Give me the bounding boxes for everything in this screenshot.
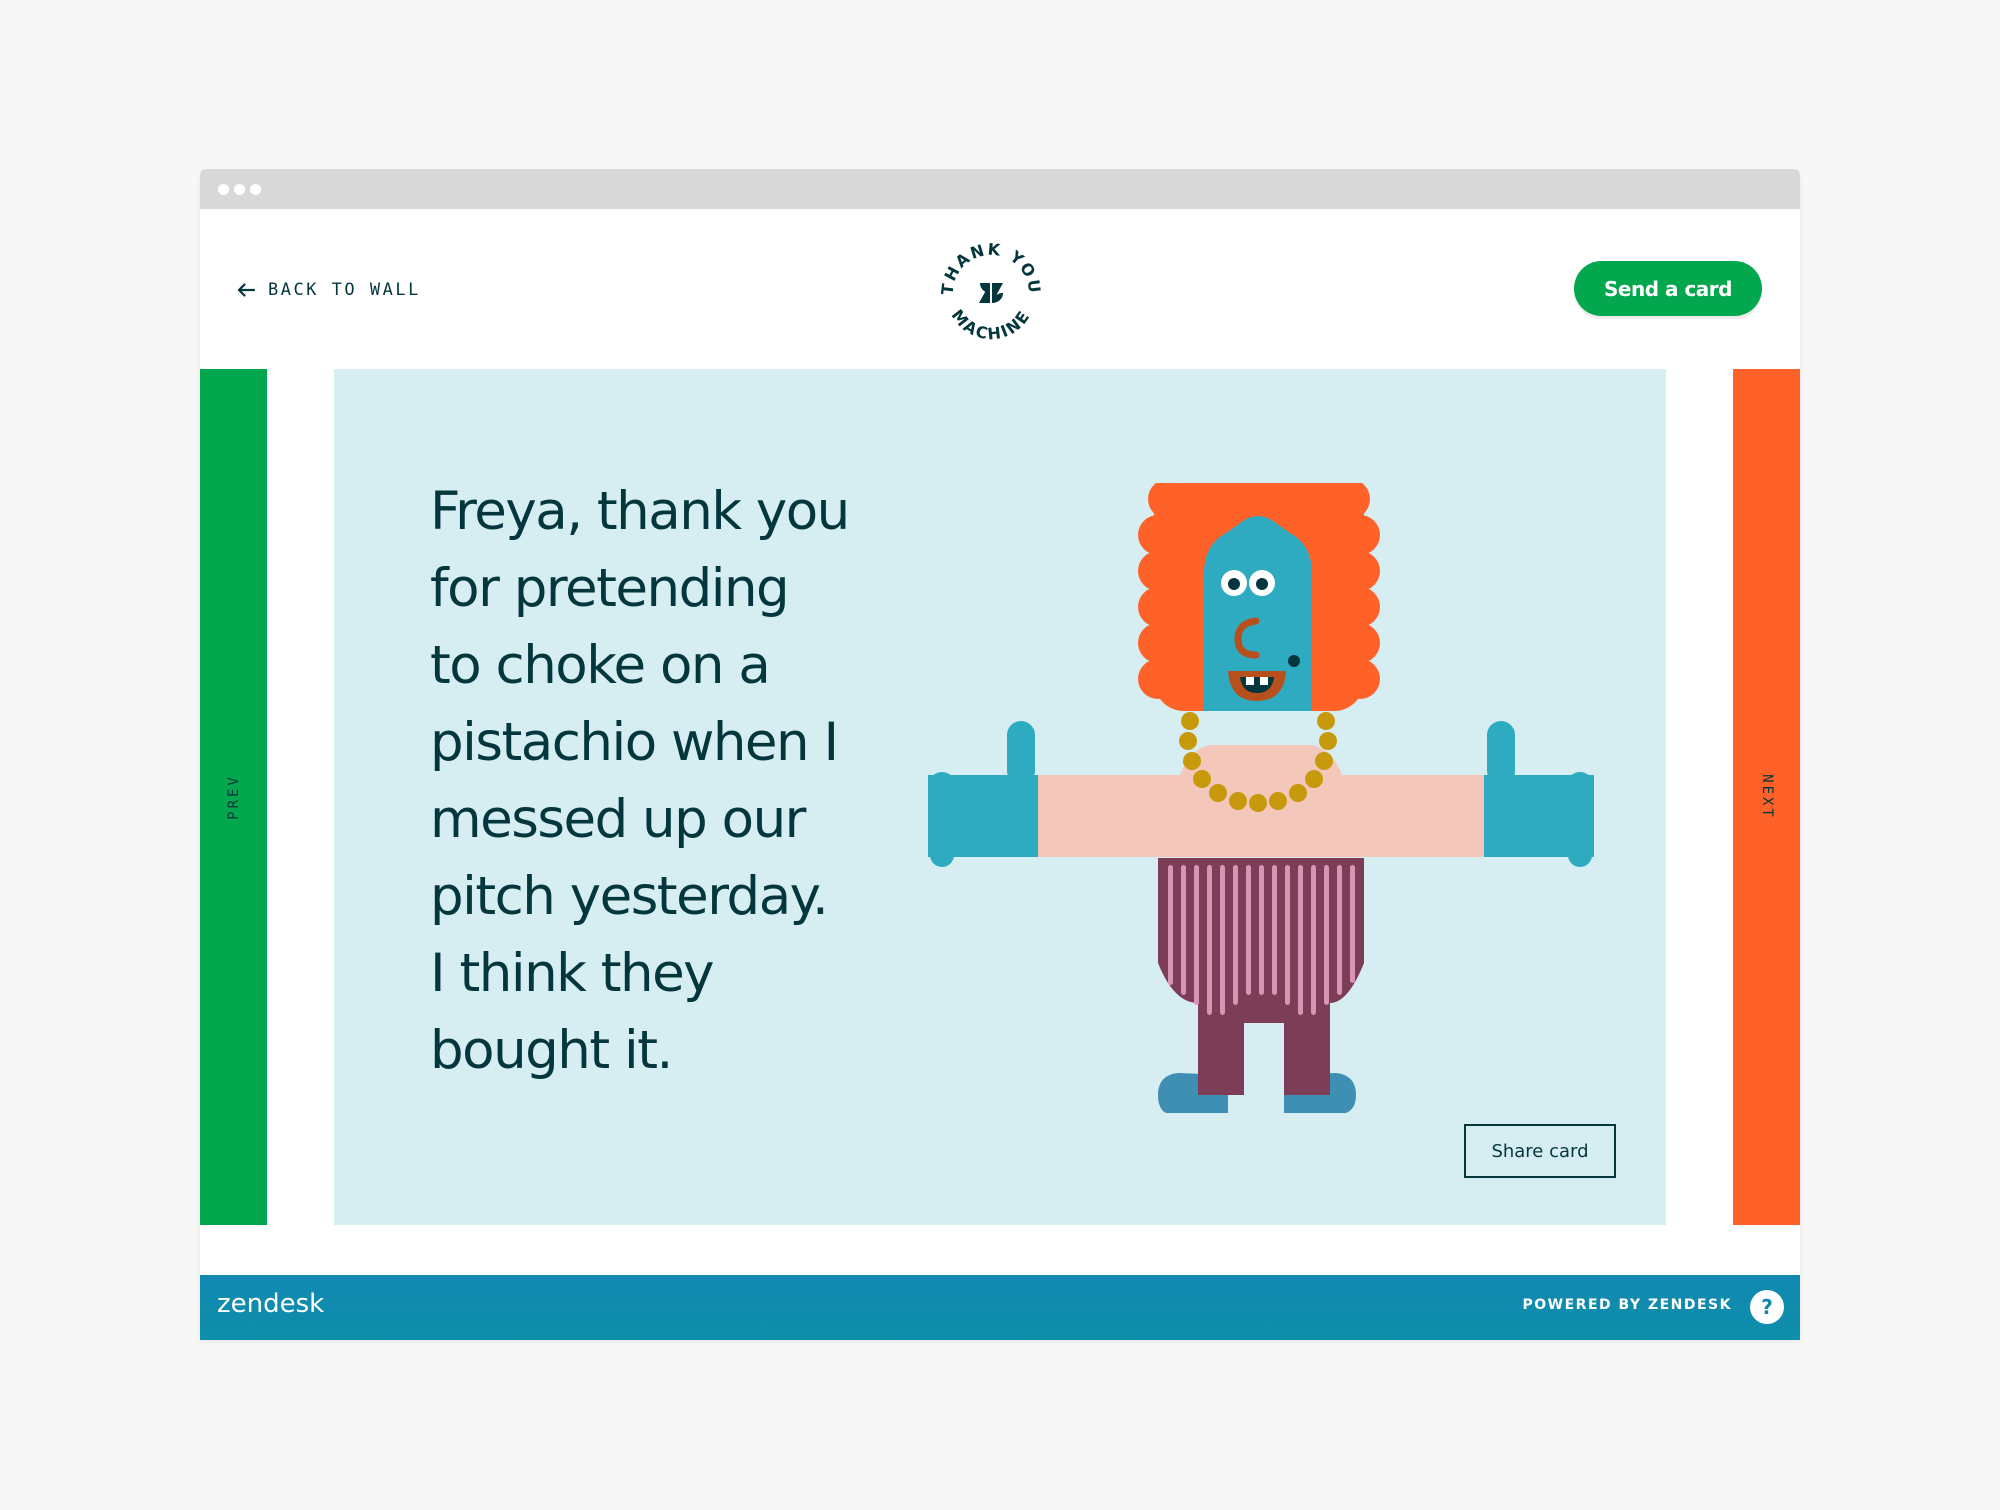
send-card-button[interactable]: Send a card [1574,261,1762,316]
next-button[interactable]: NEXT [1733,369,1800,1225]
mole [1288,655,1300,667]
next-label: NEXT [1758,774,1775,820]
card-message: Freya, thank you for pretending to choke… [430,473,950,1089]
zendesk-mark-icon [979,283,1003,303]
thank-you-machine-logo[interactable]: THANK YOU MACHINE [931,233,1051,353]
window-dot [250,184,261,195]
window-dot [218,184,229,195]
message-line: pitch yesterday. [430,866,829,927]
message-line: to choke on a [430,635,771,696]
message-line: messed up our [430,789,806,850]
message-line: bought it. [430,1020,673,1081]
character-illustration [928,483,1594,1113]
help-icon[interactable]: ? [1750,1290,1784,1324]
zendesk-brand[interactable]: zendesk [217,1289,324,1319]
powered-by-label[interactable]: POWERED BY ZENDESK [1523,1297,1732,1313]
arrow-left-icon [237,283,256,297]
message-line: pistachio when I [430,712,839,773]
back-label: BACK TO WALL [268,280,421,300]
message-line: I think they [430,943,715,1004]
pant-stripes [1168,865,1355,1015]
browser-chrome [200,169,1800,209]
message-line: Freya, thank you [430,481,850,542]
window-dot [234,184,245,195]
logo-text-top: THANK YOU [938,240,1045,296]
logo-text-bottom: MACHINE [948,306,1035,344]
prev-button[interactable]: PREV [200,369,267,1225]
footer: zendesk POWERED BY ZENDESK ? [200,1275,1800,1340]
browser-window: BACK TO WALL THANK YOU MACHINE Send a ca… [200,169,1800,1340]
left-hand [928,721,1038,867]
thank-you-card: Freya, thank you for pretending to choke… [334,369,1666,1225]
back-to-wall-link[interactable]: BACK TO WALL [236,280,421,300]
message-line: for pretending [430,558,790,619]
prev-label: PREV [225,774,242,820]
header: BACK TO WALL THANK YOU MACHINE Send a ca… [200,209,1800,369]
share-card-button[interactable]: Share card [1464,1124,1616,1178]
right-hand [1484,721,1594,867]
